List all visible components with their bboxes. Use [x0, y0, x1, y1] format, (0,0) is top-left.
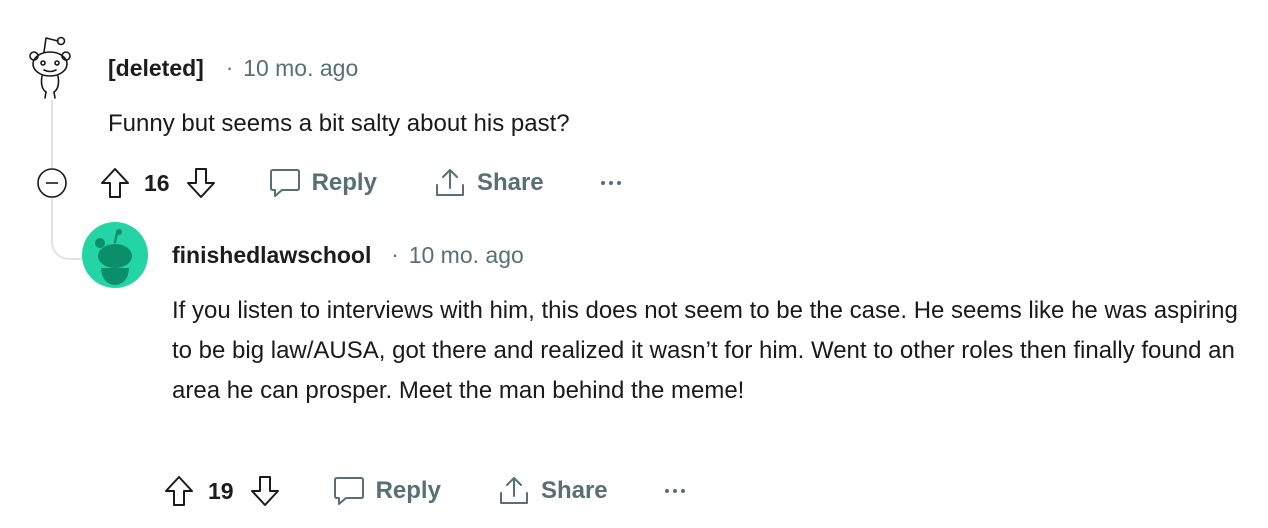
- timestamp[interactable]: 10 mo. ago: [409, 242, 524, 269]
- ellipsis-icon: [664, 489, 685, 493]
- timestamp[interactable]: 10 mo. ago: [243, 55, 358, 82]
- author-name[interactable]: finishedlawschool: [172, 242, 371, 269]
- reply-label: Reply: [375, 477, 441, 504]
- comment-bubble-icon: [269, 169, 300, 197]
- thread-line: [51, 100, 53, 168]
- action-row: 19 Reply Share: [162, 472, 690, 510]
- separator-dot: ·: [225, 55, 234, 80]
- comment-body: If you listen to interviews with him, th…: [172, 297, 1238, 404]
- ellipsis-icon: [600, 181, 621, 185]
- upvote-arrow-icon: [101, 168, 129, 198]
- share-icon: [499, 477, 528, 504]
- separator-dot: ·: [391, 242, 399, 267]
- reply-label: Reply: [311, 169, 377, 196]
- comment-bubble-icon: [333, 477, 364, 505]
- vote-count: 16: [144, 169, 170, 196]
- more-options-button[interactable]: [660, 476, 690, 506]
- downvote-arrow-icon: [186, 168, 215, 198]
- snoo-outline-icon: [29, 36, 71, 99]
- upvote-button[interactable]: [162, 474, 196, 508]
- collapse-button[interactable]: [36, 167, 68, 199]
- thread-branch: [51, 228, 85, 260]
- comment-header: finishedlawschool · 10 mo. ago: [172, 240, 524, 270]
- upvote-button[interactable]: [98, 166, 132, 200]
- avatar[interactable]: [82, 222, 148, 288]
- downvote-button[interactable]: [248, 474, 282, 508]
- reply-button[interactable]: Reply: [332, 475, 441, 507]
- vote-count: 19: [208, 477, 234, 504]
- more-options-button[interactable]: [596, 168, 626, 198]
- action-row: 16 Reply Share: [98, 164, 626, 202]
- avatar[interactable]: [20, 32, 80, 100]
- downvote-arrow-icon: [250, 476, 279, 506]
- snoo-avatar-icon: [82, 222, 148, 288]
- share-icon: [435, 169, 464, 196]
- author-name[interactable]: [deleted]: [108, 55, 204, 82]
- reply-button[interactable]: Reply: [268, 167, 377, 199]
- share-label: Share: [476, 169, 544, 196]
- share-button[interactable]: Share: [497, 475, 608, 507]
- collapse-minus-icon: [37, 168, 67, 198]
- comment-header: [deleted] · 10 mo. ago: [108, 53, 358, 83]
- downvote-button[interactable]: [184, 166, 218, 200]
- share-label: Share: [540, 477, 608, 504]
- share-button[interactable]: Share: [433, 167, 544, 199]
- upvote-arrow-icon: [165, 476, 193, 506]
- comment-body: Funny but seems a bit salty about his pa…: [108, 110, 570, 137]
